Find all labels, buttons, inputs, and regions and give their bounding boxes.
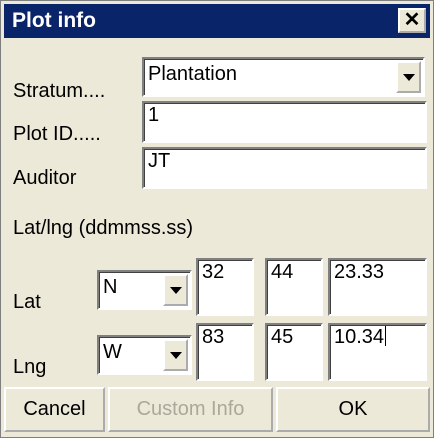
lng-seconds-field[interactable]: 10.34 [328, 323, 427, 381]
stratum-select[interactable]: Plantation [142, 57, 425, 97]
plot-id-label: Plot ID..... [13, 123, 101, 145]
lng-seconds-value: 10.34 [334, 326, 385, 348]
lat-hemisphere-select[interactable]: N [97, 270, 192, 310]
window-title: Plot info [12, 9, 96, 32]
title-bar: Plot info ✕ [4, 4, 430, 38]
custom-info-button[interactable]: Custom Info [108, 387, 273, 432]
chevron-down-icon [169, 287, 182, 294]
lat-degrees-field[interactable]: 32 [196, 258, 254, 316]
close-icon: ✕ [403, 9, 421, 31]
stratum-value: Plantation [148, 63, 237, 85]
lat-hemisphere-value: N [103, 276, 118, 298]
close-button[interactable]: ✕ [398, 8, 426, 33]
ok-button[interactable]: OK [276, 387, 430, 432]
lat-seconds-field[interactable]: 23.33 [328, 258, 427, 316]
lng-hemisphere-value: W [103, 341, 122, 363]
lng-degrees-field[interactable]: 83 [196, 323, 254, 381]
lat-label: Lat [13, 291, 41, 313]
lng-hemisphere-select[interactable]: W [97, 335, 192, 375]
chevron-down-icon [169, 352, 182, 359]
auditor-field[interactable]: JT [142, 147, 427, 189]
latlng-format-label: Lat/lng (ddmmss.ss) [13, 217, 194, 239]
stratum-label: Stratum.... [13, 80, 106, 102]
auditor-label: Auditor [13, 167, 77, 189]
stratum-dropdown-button[interactable] [396, 61, 421, 93]
lat-hemisphere-dropdown-button[interactable] [163, 274, 188, 306]
cancel-button[interactable]: Cancel [4, 387, 105, 432]
plot-info-dialog: Plot info ✕ Stratum.... Plantation Plot … [0, 0, 434, 438]
chevron-down-icon [402, 74, 415, 81]
lng-minutes-field[interactable]: 45 [265, 323, 323, 381]
plot-id-field[interactable]: 1 [142, 101, 427, 143]
lng-label: Lng [13, 356, 47, 378]
text-cursor [385, 326, 387, 346]
lng-hemisphere-dropdown-button[interactable] [163, 339, 188, 371]
lat-minutes-field[interactable]: 44 [265, 258, 323, 316]
